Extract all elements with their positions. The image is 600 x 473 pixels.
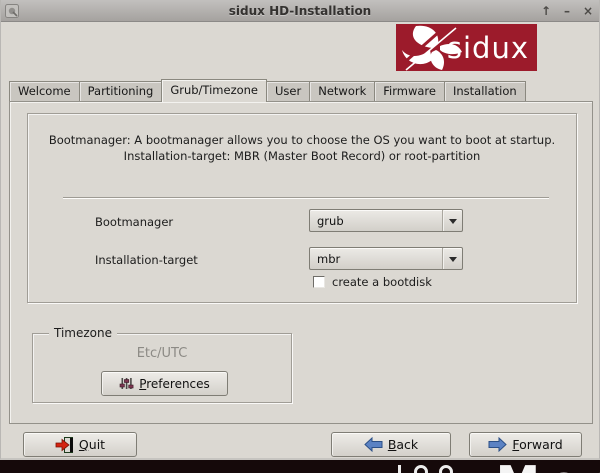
create-bootdisk-row: create a bootdisk [313,275,432,289]
tab-network[interactable]: Network [309,81,375,101]
installation-target-label: Installation-target [95,253,198,267]
info-line-2: Installation-target: MBR (Master Boot Re… [28,148,576,164]
back-button-label: Back [388,437,418,452]
forward-button-label: Forward [512,437,562,452]
tab-partitioning[interactable]: Partitioning [79,81,163,101]
preferences-button-label: Preferences [139,377,210,391]
close-button[interactable]: × [581,4,595,18]
info-line-1: Bootmanager: A bootmanager allows you to… [28,132,576,148]
bootmanager-label: Bootmanager [95,215,173,229]
bootmanager-select[interactable]: grub [309,209,463,232]
installer-window: sidux HD-Installation ↑ – × sidux Welcom… [0,0,600,460]
preferences-icon [119,376,134,391]
tab-firmware[interactable]: Firmware [374,81,445,101]
desktop-background: Moo [0,460,600,473]
window-title: sidux HD-Installation [1,4,599,18]
tab-bar: Welcome Partitioning Grub/Timezone User … [9,79,525,101]
bootmanager-info-text: Bootmanager: A bootmanager allows you to… [28,132,576,164]
create-bootdisk-label: create a bootdisk [332,275,432,289]
tab-installation[interactable]: Installation [444,81,526,101]
desktop-background-partial-glyphs [414,465,428,473]
installation-target-select[interactable]: mbr [309,247,463,270]
logo-wordmark: sidux [447,31,529,65]
dropdown-arrow-icon [442,248,462,269]
timezone-frame: Timezone Etc/UTC Preferences [32,333,292,403]
desktop-background-partial-glyphs [398,465,401,473]
preferences-button[interactable]: Preferences [101,371,228,396]
tab-page-grub-timezone: Bootmanager: A bootmanager allows you to… [9,101,593,424]
tab-welcome[interactable]: Welcome [9,81,80,101]
bootmanager-frame: Bootmanager: A bootmanager allows you to… [27,113,577,303]
sidux-logo: sidux [396,24,537,71]
quit-door-icon [55,437,74,453]
titlebar[interactable]: sidux HD-Installation ↑ – × [1,0,599,22]
timezone-legend: Timezone [49,326,117,340]
back-button[interactable]: Back [331,432,451,457]
separator [63,197,549,199]
desktop-wallpaper-partial-text: Moo [496,461,600,473]
forward-arrow-icon [488,437,507,452]
forward-button[interactable]: Forward [469,432,582,457]
tab-user[interactable]: User [266,81,310,101]
timezone-value: Etc/UTC [33,346,291,361]
dropdown-arrow-icon [442,210,462,231]
installation-target-selected-value: mbr [310,252,442,266]
window-icon [5,3,19,22]
minimize-button[interactable]: – [560,4,574,18]
quit-button-label: Quit [79,437,105,452]
create-bootdisk-checkbox[interactable] [313,276,325,288]
bootmanager-selected-value: grub [310,214,442,228]
back-arrow-icon [364,437,383,452]
quit-button[interactable]: Quit [23,432,137,457]
shade-button[interactable]: ↑ [539,4,553,18]
tab-grub-timezone[interactable]: Grub/Timezone [161,79,267,102]
desktop-background-partial-glyphs [439,465,453,473]
